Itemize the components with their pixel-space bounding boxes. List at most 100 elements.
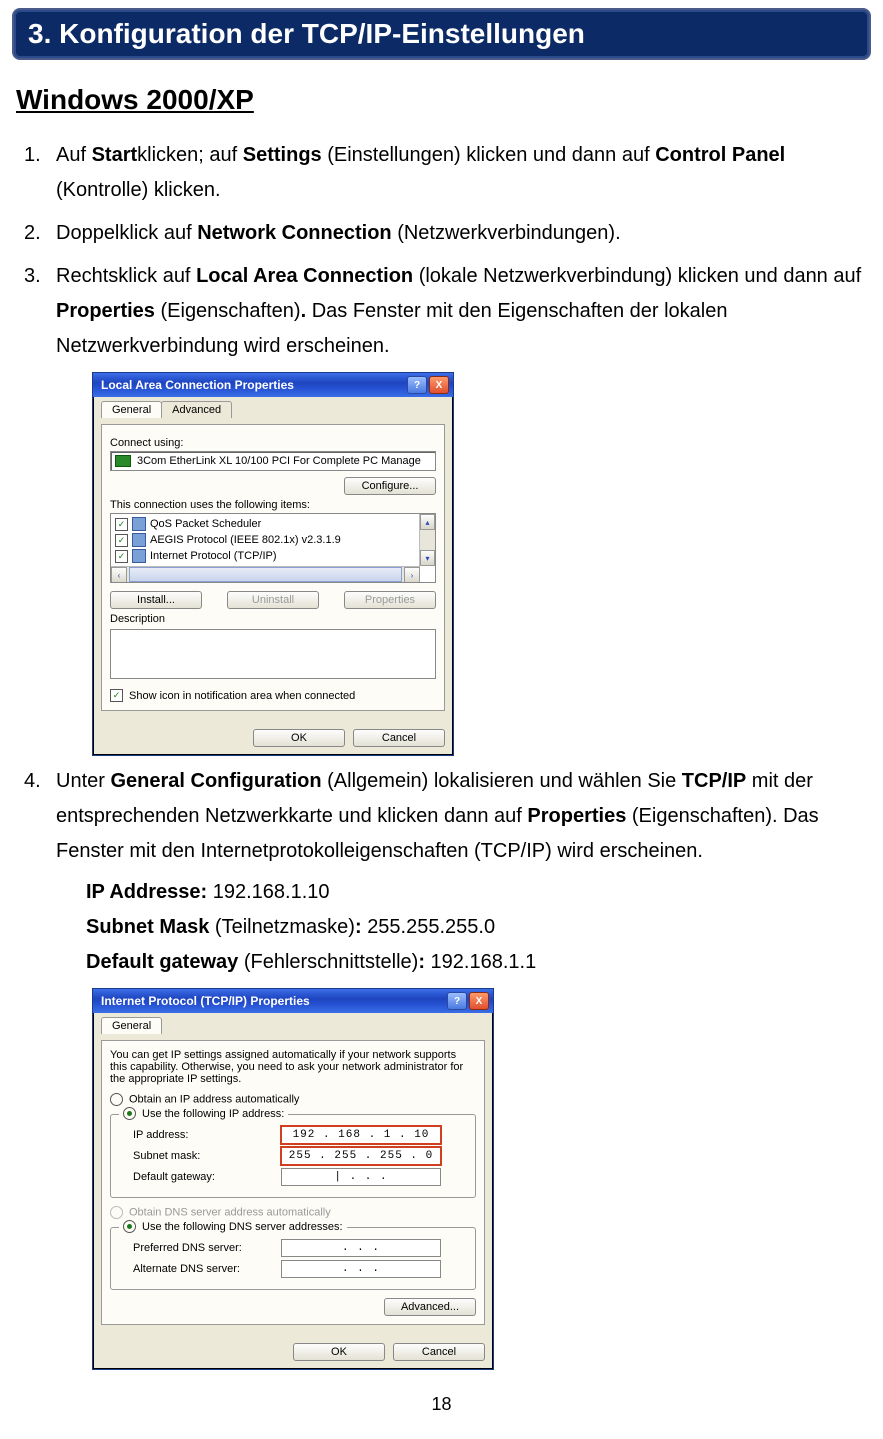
ip-label: IP Addresse:: [86, 881, 213, 903]
list-item[interactable]: ✓ AEGIS Protocol (IEEE 802.1x) v2.3.1.9: [113, 532, 433, 548]
dialog-tcpip-properties: Internet Protocol (TCP/IP) Properties ? …: [92, 988, 494, 1370]
nic-icon: [115, 455, 131, 467]
nic-field: 3Com EtherLink XL 10/100 PCI For Complet…: [110, 451, 436, 471]
window-title: Internet Protocol (TCP/IP) Properties: [101, 994, 310, 1008]
protocol-icon: [132, 549, 146, 563]
kw-start: Start: [92, 144, 138, 166]
horizontal-scrollbar[interactable]: ‹ ›: [111, 566, 420, 582]
radio-label: Obtain DNS server address automatically: [129, 1206, 331, 1218]
scroll-down-icon[interactable]: ▾: [420, 550, 435, 566]
item-label: QoS Packet Scheduler: [150, 518, 261, 530]
ip-group: Use the following IP address: IP address…: [110, 1114, 476, 1198]
label-gateway: Default gateway:: [133, 1171, 273, 1183]
list-item[interactable]: ✓ QoS Packet Scheduler: [113, 516, 433, 532]
tab-general[interactable]: General: [101, 1017, 162, 1034]
radio-icon[interactable]: [110, 1093, 123, 1106]
radio-obtain-dns-row: Obtain DNS server address automatically: [110, 1206, 476, 1219]
figure-lan-properties: Local Area Connection Properties ? X Gen…: [92, 372, 871, 756]
label-connect-using: Connect using:: [110, 437, 436, 449]
step-number: 3.: [24, 259, 41, 294]
uninstall-button: Uninstall: [227, 591, 319, 609]
checkbox-icon[interactable]: ✓: [115, 550, 128, 563]
text: (Kontrolle) klicken.: [56, 179, 221, 201]
help-button[interactable]: ?: [407, 376, 427, 394]
kw-properties: Properties: [56, 300, 155, 322]
gateway-value: 192.168.1.1: [431, 951, 537, 973]
radio-icon[interactable]: [123, 1220, 136, 1233]
list-item[interactable]: ✓ Internet Protocol (TCP/IP): [113, 548, 433, 564]
input-pref-dns[interactable]: . . .: [281, 1239, 441, 1257]
checkbox-icon[interactable]: ✓: [115, 518, 128, 531]
chapter-banner: 3. Konfiguration der TCP/IP-Einstellunge…: [12, 8, 871, 60]
gateway-line: Default gateway (Fehlerschnittstelle): 1…: [86, 945, 867, 980]
properties-button: Properties: [344, 591, 436, 609]
scroll-right-icon[interactable]: ›: [404, 567, 420, 583]
titlebar[interactable]: Local Area Connection Properties ? X: [93, 373, 453, 397]
vertical-scrollbar[interactable]: ▴ ▾: [419, 514, 435, 566]
step-number: 4.: [24, 764, 41, 799]
radio-use-ip-row[interactable]: Use the following IP address:: [119, 1107, 288, 1120]
text: Unter: [56, 770, 110, 792]
text: (Netzwerkverbindungen).: [392, 222, 621, 244]
text: Doppelklick auf: [56, 222, 197, 244]
cancel-button[interactable]: Cancel: [393, 1343, 485, 1361]
scroll-thumb[interactable]: [129, 567, 402, 582]
protocol-icon: [132, 533, 146, 547]
page-number: 18: [12, 1394, 871, 1415]
titlebar[interactable]: Internet Protocol (TCP/IP) Properties ? …: [93, 989, 493, 1013]
tab-general[interactable]: General: [101, 401, 162, 418]
show-icon-checkbox[interactable]: ✓: [110, 689, 123, 702]
kw-settings: Settings: [243, 144, 322, 166]
tab-advanced[interactable]: Advanced: [161, 401, 232, 418]
kw-general-configuration: General Configuration: [110, 770, 321, 792]
install-button[interactable]: Install...: [110, 591, 202, 609]
text: klicken; auf: [137, 144, 243, 166]
radio-label: Use the following IP address:: [142, 1108, 284, 1120]
kw-properties-2: Properties: [527, 805, 626, 827]
label-subnet: Subnet mask:: [133, 1150, 273, 1162]
item-label: AEGIS Protocol (IEEE 802.1x) v2.3.1.9: [150, 534, 341, 546]
items-listbox[interactable]: ✓ QoS Packet Scheduler ✓ AEGIS Protocol …: [110, 513, 436, 583]
radio-label: Obtain an IP address automatically: [129, 1093, 299, 1105]
figure-tcpip-properties: Internet Protocol (TCP/IP) Properties ? …: [92, 988, 871, 1370]
close-button[interactable]: X: [429, 376, 449, 394]
label-description: Description: [110, 613, 436, 625]
configure-button[interactable]: Configure...: [344, 477, 436, 495]
input-ip[interactable]: 192 . 168 . 1 . 10: [281, 1126, 441, 1144]
step-3: 3. Rechtsklick auf Local Area Connection…: [56, 259, 867, 364]
dialog-lan-properties: Local Area Connection Properties ? X Gen…: [92, 372, 454, 756]
radio-icon: [110, 1206, 123, 1219]
help-button[interactable]: ?: [447, 992, 467, 1010]
scroll-up-icon[interactable]: ▴: [420, 514, 435, 530]
gateway-paren: (Fehlerschnittstelle): [238, 951, 418, 973]
checkbox-icon[interactable]: ✓: [115, 534, 128, 547]
input-subnet[interactable]: 255 . 255 . 255 . 0: [281, 1147, 441, 1165]
advanced-button[interactable]: Advanced...: [384, 1298, 476, 1316]
step-1: 1. Auf Startklicken; auf Settings (Einst…: [56, 138, 867, 208]
step-number: 1.: [24, 138, 41, 173]
ok-button[interactable]: OK: [253, 729, 345, 747]
protocol-icon: [132, 517, 146, 531]
item-label: Internet Protocol (TCP/IP): [150, 550, 277, 562]
cancel-button[interactable]: Cancel: [353, 729, 445, 747]
subsection-heading: Windows 2000/XP: [16, 84, 867, 116]
subnet-paren: (Teilnetzmaske): [209, 916, 355, 938]
dns-group: Use the following DNS server addresses: …: [110, 1227, 476, 1290]
kw-tcpip: TCP/IP: [682, 770, 746, 792]
intro-text: You can get IP settings assigned automat…: [110, 1049, 476, 1085]
close-button[interactable]: X: [469, 992, 489, 1010]
input-alt-dns[interactable]: . . .: [281, 1260, 441, 1278]
radio-icon[interactable]: [123, 1107, 136, 1120]
input-gateway[interactable]: | . . .: [281, 1168, 441, 1186]
text: (Eigenschaften): [155, 300, 301, 322]
text: Auf: [56, 144, 92, 166]
text: (Allgemein) lokalisieren und wählen Sie: [322, 770, 682, 792]
label-alt-dns: Alternate DNS server:: [133, 1263, 273, 1275]
ok-button[interactable]: OK: [293, 1343, 385, 1361]
step-4: 4. Unter General Configuration (Allgemei…: [56, 764, 867, 980]
radio-use-dns-row[interactable]: Use the following DNS server addresses:: [119, 1220, 347, 1233]
ip-line: IP Addresse: 192.168.1.10: [86, 875, 867, 910]
scroll-left-icon[interactable]: ‹: [111, 567, 127, 583]
label-uses-items: This connection uses the following items…: [110, 499, 436, 511]
radio-obtain-ip-row[interactable]: Obtain an IP address automatically: [110, 1093, 476, 1106]
